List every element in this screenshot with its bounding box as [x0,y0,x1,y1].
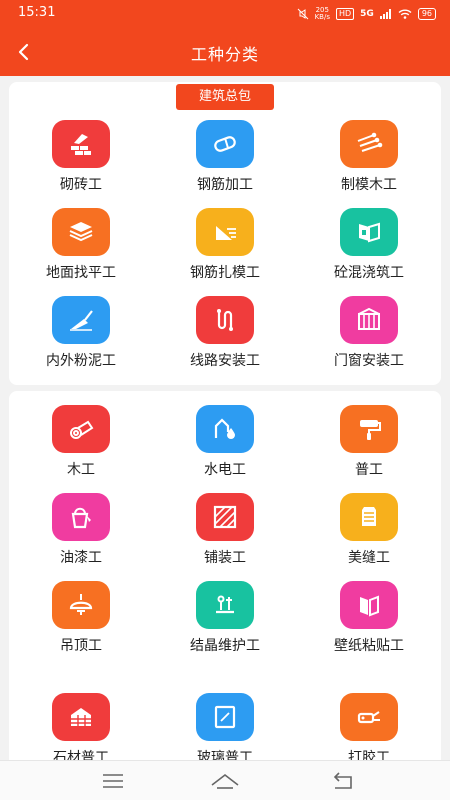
category-label: 线路安装工 [190,353,260,369]
category-list[interactable]: 建筑总包 砌砖工 钢筋加工 制模木工 地面找平工 钢筋扎模工 砼混浇筑工 内外粉… [0,76,450,760]
category-item[interactable]: 结晶维护工 [153,581,297,669]
back-nav-button[interactable] [322,767,362,795]
net-speed: 205 KB/s [314,6,330,21]
category-item[interactable]: 壁纸粘贴工 [297,581,441,669]
category-label: 门窗安装工 [334,353,404,369]
category-item[interactable]: 木工 [9,405,153,493]
plumbing-electric-icon [196,405,254,453]
category-item[interactable]: 钢筋加工 [153,120,297,208]
category-label: 结晶维护工 [190,638,260,654]
category-item[interactable]: 美缝工 [297,493,441,581]
category-item[interactable]: 内外粉泥工 [9,296,153,384]
menu-button[interactable] [93,767,133,795]
bricklaying-icon [52,120,110,168]
category-label: 玻璃普工 [197,750,253,760]
category-label: 木工 [67,462,95,478]
concrete-pouring-icon [340,208,398,256]
rebar-processing-icon [196,120,254,168]
mute-icon [297,8,308,20]
category-item[interactable]: 水电工 [153,405,297,493]
caulking-icon [340,693,398,741]
wifi-icon [398,9,412,19]
category-label: 制模木工 [341,177,397,193]
category-label: 水电工 [204,462,246,478]
page-title: 工种分类 [190,45,259,64]
category-item[interactable]: 石材普工 [9,693,153,760]
home-icon [211,773,239,789]
section-card-other: 石材普工 玻璃普工 打胶工 [9,679,441,760]
status-bar: 15:31 205 KB/s HD 5G 96 [0,0,450,28]
category-item[interactable]: 普工 [297,405,441,493]
category-item[interactable]: 线路安装工 [153,296,297,384]
category-item[interactable]: 打胶工 [297,693,441,760]
category-item[interactable]: 砼混浇筑工 [297,208,441,296]
wiring-icon [196,296,254,344]
category-item[interactable]: 门窗安装工 [297,296,441,384]
crystal-care-icon [196,581,254,629]
paint-roller-icon [340,405,398,453]
section-tag: 建筑总包 [176,84,274,110]
category-label: 打胶工 [348,750,390,760]
category-item[interactable]: 吊顶工 [9,581,153,669]
wallpaper-icon [340,581,398,629]
floor-leveling-icon [52,208,110,256]
category-item[interactable]: 油漆工 [9,493,153,581]
category-item[interactable]: 制模木工 [297,120,441,208]
hd-badge: HD [335,8,355,20]
category-item[interactable]: 钢筋扎模工 [153,208,297,296]
category-item[interactable]: 铺装工 [153,493,297,581]
category-label: 油漆工 [60,550,102,566]
category-label: 普工 [355,462,383,478]
category-label: 砼混浇筑工 [334,265,404,281]
back-icon [333,772,352,789]
battery-icon: 96 [417,8,436,20]
paint-bucket-icon [52,493,110,541]
category-item[interactable]: 玻璃普工 [153,693,297,760]
system-nav-bar [0,760,450,800]
category-label: 钢筋扎模工 [190,265,260,281]
category-label: 铺装工 [204,550,246,566]
home-button[interactable] [205,767,245,795]
carpentry-icon [52,405,110,453]
status-icons: 205 KB/s HD 5G 96 [297,7,436,21]
stone-icon [52,693,110,741]
menu-icon [103,774,123,788]
door-window-icon [340,296,398,344]
category-label: 地面找平工 [46,265,116,281]
category-label: 壁纸粘贴工 [334,638,404,654]
grout-icon [340,493,398,541]
category-label: 石材普工 [53,750,109,760]
ceiling-lamp-icon [52,581,110,629]
section-card-construction: 建筑总包 砌砖工 钢筋加工 制模木工 地面找平工 钢筋扎模工 砼混浇筑工 内外粉… [9,82,441,385]
category-label: 钢筋加工 [197,177,253,193]
header: 工种分类 [0,28,450,76]
category-item[interactable]: 砌砖工 [9,120,153,208]
category-item[interactable]: 地面找平工 [9,208,153,296]
formwork-icon [340,120,398,168]
rebar-tying-icon [196,208,254,256]
signal-icon [379,9,391,19]
category-label: 吊顶工 [60,638,102,654]
glass-icon [196,693,254,741]
status-time: 15:31 [18,5,56,20]
plastering-icon [52,296,110,344]
category-label: 砌砖工 [60,177,102,193]
category-label: 内外粉泥工 [46,353,116,369]
tiling-icon [196,493,254,541]
signal-label: 5G [360,9,374,19]
category-label: 美缝工 [348,550,390,566]
